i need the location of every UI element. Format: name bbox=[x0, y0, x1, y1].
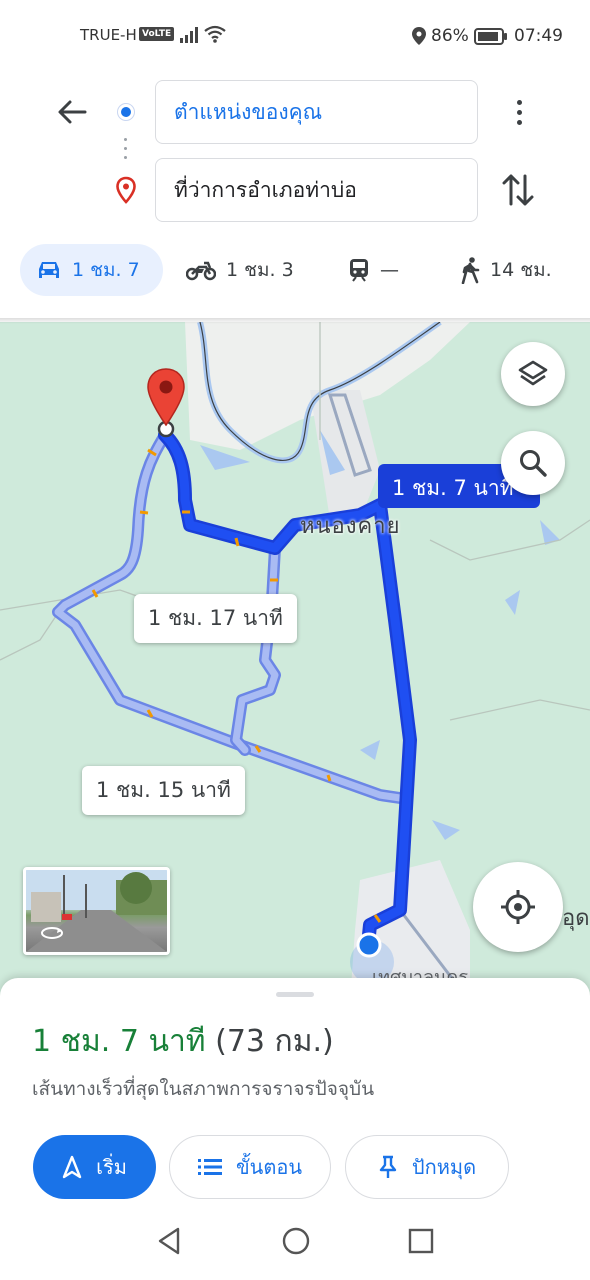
pushpin-icon bbox=[379, 1155, 397, 1178]
mode-motorcycle-label: 1 ชม. 3 bbox=[226, 259, 294, 281]
layers-button[interactable] bbox=[501, 342, 565, 406]
swap-icon[interactable] bbox=[500, 170, 536, 210]
list-icon bbox=[197, 1159, 222, 1175]
status-bar: TRUE-H VoLTE 86% 07:49 bbox=[0, 0, 590, 70]
route-summary-sheet[interactable]: 1 ชม. 7 นาที (73 กม.) เส้นทางเร็วที่สุดใ… bbox=[0, 978, 590, 1208]
search-along-route-button[interactable] bbox=[501, 431, 565, 495]
navigation-arrow-icon bbox=[62, 1155, 82, 1179]
mode-motorcycle[interactable]: 1 ชม. 3 bbox=[186, 244, 294, 296]
route-label-alt-1[interactable]: 1 ชม. 17 นาที bbox=[134, 594, 297, 643]
my-location-button[interactable] bbox=[473, 862, 563, 952]
nav-home-icon[interactable] bbox=[281, 1226, 311, 1256]
train-icon bbox=[350, 259, 368, 282]
nav-back-icon[interactable] bbox=[156, 1226, 182, 1256]
destination-marker-icon[interactable] bbox=[146, 367, 186, 429]
mode-car[interactable]: 1 ชม. 7 bbox=[20, 244, 163, 296]
route-description: เส้นทางเร็วที่สุดในสภาพการจราจรปัจจุบัน bbox=[32, 1078, 375, 1100]
layers-icon bbox=[518, 360, 548, 386]
back-button[interactable] bbox=[52, 92, 92, 132]
route-distance: (73 กม.) bbox=[215, 1024, 334, 1059]
steps-label: ขั้นตอน bbox=[235, 1155, 302, 1179]
start-navigation-button[interactable]: เริ่ม bbox=[33, 1135, 156, 1199]
route-connector bbox=[124, 138, 128, 164]
place-label-nong-khai: หนองคาย bbox=[300, 514, 401, 539]
start-label: เริ่ม bbox=[96, 1155, 127, 1179]
route-summary: 1 ชม. 7 นาที (73 กม.) bbox=[32, 1018, 334, 1065]
search-icon bbox=[520, 450, 547, 477]
mode-car-label: 1 ชม. 7 bbox=[72, 259, 140, 281]
pin-label: ปักหมุด bbox=[411, 1155, 477, 1179]
volte-badge: VoLTE bbox=[139, 27, 175, 41]
route-duration: 1 ชม. 7 นาที bbox=[32, 1024, 206, 1059]
route-label-alt-2[interactable]: 1 ชม. 15 นาที bbox=[82, 766, 245, 815]
place-label-edge: อุด bbox=[562, 906, 590, 931]
mode-walk-label: 14 ชม. bbox=[490, 259, 552, 281]
origin-dot-icon bbox=[118, 104, 134, 120]
destination-pin-icon bbox=[116, 176, 136, 204]
nav-recents-icon[interactable] bbox=[407, 1226, 435, 1256]
car-icon bbox=[39, 262, 59, 278]
location-icon bbox=[412, 27, 426, 45]
battery-percent: 86% bbox=[431, 26, 469, 46]
mode-transit-label: — bbox=[380, 259, 399, 281]
mode-walk[interactable]: 14 ชม. bbox=[460, 244, 552, 296]
travel-mode-bar: 1 ชม. 7 1 ชม. 3 — 14 ชม. bbox=[0, 240, 590, 298]
rotate-360-icon bbox=[41, 927, 63, 939]
more-options-button[interactable] bbox=[505, 92, 533, 132]
clock: 07:49 bbox=[514, 26, 563, 46]
wifi-icon bbox=[204, 25, 226, 43]
origin-field[interactable]: ตำแหน่งของคุณ bbox=[155, 80, 478, 144]
carrier-name: TRUE-H bbox=[80, 26, 137, 44]
battery-icon bbox=[474, 28, 507, 45]
walk-icon bbox=[461, 257, 480, 284]
pin-button[interactable]: ปักหมุด bbox=[345, 1135, 509, 1199]
sheet-drag-handle[interactable] bbox=[276, 992, 314, 997]
steps-button[interactable]: ขั้นตอน bbox=[169, 1135, 331, 1199]
arrow-back-icon bbox=[58, 100, 87, 124]
destination-field[interactable]: ที่ว่าการอำเภอท่าบ่อ bbox=[155, 158, 478, 222]
mode-transit[interactable]: — bbox=[348, 244, 399, 296]
motorcycle-icon bbox=[186, 261, 216, 281]
header-shadow bbox=[0, 318, 590, 324]
crosshair-icon bbox=[501, 890, 535, 924]
system-navigation-bar bbox=[0, 1208, 590, 1280]
signal-icon bbox=[180, 27, 198, 43]
street-view-thumbnail[interactable] bbox=[23, 867, 170, 955]
